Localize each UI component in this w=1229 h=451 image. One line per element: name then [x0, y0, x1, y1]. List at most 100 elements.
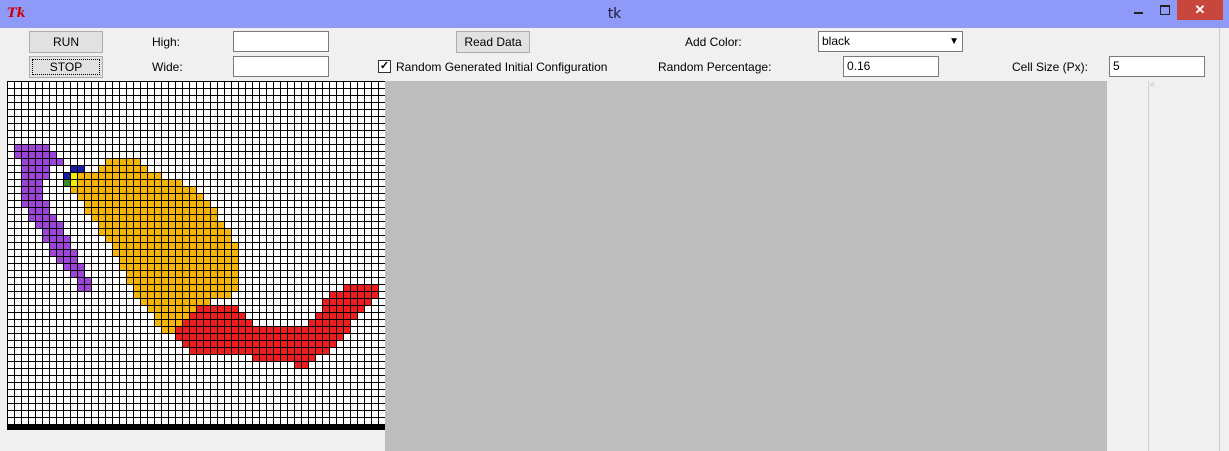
grid-cell[interactable] [365, 138, 371, 144]
grid-cell[interactable] [337, 257, 343, 263]
grid-cell[interactable] [36, 173, 42, 179]
grid-cell[interactable] [372, 320, 378, 326]
grid-cell[interactable] [134, 341, 140, 347]
grid-cell[interactable] [204, 250, 210, 256]
grid-cell[interactable] [8, 278, 14, 284]
grid-cell[interactable] [162, 397, 168, 403]
grid-cell[interactable] [155, 236, 161, 242]
grid-cell[interactable] [211, 278, 217, 284]
grid-cell[interactable] [351, 383, 357, 389]
grid-cell[interactable] [316, 418, 322, 424]
grid-cell[interactable] [85, 103, 91, 109]
grid-cell[interactable] [288, 110, 294, 116]
grid-cell[interactable] [162, 355, 168, 361]
grid-cell[interactable] [176, 306, 182, 312]
grid-cell[interactable] [85, 306, 91, 312]
grid-cell[interactable] [260, 180, 266, 186]
grid-cell[interactable] [155, 376, 161, 382]
grid-cell[interactable] [43, 89, 49, 95]
grid-cell[interactable] [232, 320, 238, 326]
grid-cell[interactable] [260, 404, 266, 410]
grid-cell[interactable] [22, 299, 28, 305]
grid-cell[interactable] [183, 187, 189, 193]
grid-cell[interactable] [183, 355, 189, 361]
grid-cell[interactable] [36, 292, 42, 298]
grid-cell[interactable] [8, 201, 14, 207]
grid-cell[interactable] [127, 257, 133, 263]
grid-cell[interactable] [330, 145, 336, 151]
grid-cell[interactable] [92, 278, 98, 284]
grid-cell[interactable] [358, 397, 364, 403]
grid-cell[interactable] [330, 222, 336, 228]
grid-cell[interactable] [71, 103, 77, 109]
grid-cell[interactable] [337, 159, 343, 165]
grid-cell[interactable] [64, 145, 70, 151]
grid-cell[interactable] [246, 236, 252, 242]
grid-cell[interactable] [85, 418, 91, 424]
grid-cell[interactable] [351, 348, 357, 354]
grid-cell[interactable] [309, 327, 315, 333]
grid-cell[interactable] [372, 250, 378, 256]
grid-cell[interactable] [295, 376, 301, 382]
grid-cell[interactable] [120, 306, 126, 312]
grid-cell[interactable] [337, 103, 343, 109]
grid-cell[interactable] [183, 320, 189, 326]
grid-cell[interactable] [106, 117, 112, 123]
grid-cell[interactable] [197, 250, 203, 256]
grid-cell[interactable] [274, 131, 280, 137]
grid-cell[interactable] [64, 404, 70, 410]
grid-cell[interactable] [281, 327, 287, 333]
grid-cell[interactable] [134, 362, 140, 368]
grid-cell[interactable] [295, 355, 301, 361]
grid-cell[interactable] [176, 362, 182, 368]
grid-cell[interactable] [190, 103, 196, 109]
grid-cell[interactable] [64, 376, 70, 382]
grid-cell[interactable] [71, 327, 77, 333]
grid-cell[interactable] [309, 124, 315, 130]
grid-cell[interactable] [78, 383, 84, 389]
grid-cell[interactable] [358, 124, 364, 130]
grid-cell[interactable] [239, 292, 245, 298]
grid-cell[interactable] [295, 152, 301, 158]
grid-cell[interactable] [106, 264, 112, 270]
grid-cell[interactable] [71, 110, 77, 116]
grid-cell[interactable] [15, 82, 21, 88]
grid-cell[interactable] [218, 257, 224, 263]
grid-cell[interactable] [239, 285, 245, 291]
grid-cell[interactable] [379, 411, 385, 417]
grid-cell[interactable] [36, 257, 42, 263]
grid-cell[interactable] [302, 89, 308, 95]
grid-cell[interactable] [288, 306, 294, 312]
grid-cell[interactable] [372, 404, 378, 410]
grid-cell[interactable] [29, 264, 35, 270]
grid-cell[interactable] [267, 313, 273, 319]
grid-cell[interactable] [372, 110, 378, 116]
grid-cell[interactable] [344, 117, 350, 123]
grid-cell[interactable] [260, 82, 266, 88]
grid-cell[interactable] [113, 306, 119, 312]
grid-cell[interactable] [92, 292, 98, 298]
grid-cell[interactable] [99, 243, 105, 249]
grid-cell[interactable] [57, 236, 63, 242]
grid-cell[interactable] [92, 110, 98, 116]
grid-cell[interactable] [22, 180, 28, 186]
grid-cell[interactable] [113, 110, 119, 116]
grid-cell[interactable] [148, 278, 154, 284]
grid-cell[interactable] [8, 397, 14, 403]
grid-cell[interactable] [50, 250, 56, 256]
grid-cell[interactable] [50, 257, 56, 263]
grid-cell[interactable] [232, 180, 238, 186]
grid-cell[interactable] [15, 201, 21, 207]
grid-cell[interactable] [85, 82, 91, 88]
grid-cell[interactable] [302, 397, 308, 403]
grid-cell[interactable] [372, 173, 378, 179]
grid-cell[interactable] [309, 292, 315, 298]
grid-cell[interactable] [260, 222, 266, 228]
grid-cell[interactable] [288, 89, 294, 95]
grid-cell[interactable] [92, 285, 98, 291]
grid-cell[interactable] [148, 285, 154, 291]
grid-cell[interactable] [57, 208, 63, 214]
grid-cell[interactable] [330, 334, 336, 340]
grid-cell[interactable] [218, 355, 224, 361]
grid-cell[interactable] [260, 362, 266, 368]
